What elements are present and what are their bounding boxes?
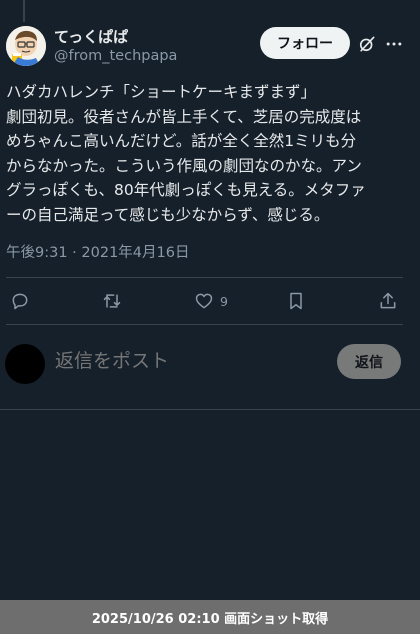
reply-icon [12,293,28,310]
share-icon [380,292,396,309]
divider [6,324,403,325]
heart-icon [195,293,213,309]
divider [6,277,403,278]
avatar-illustration [6,26,46,66]
tweet-header: てっくぱぱ @from_techpapa フォロー [0,22,420,74]
like-count: 9 [220,293,228,309]
author-name[interactable]: てっくぱぱ [54,26,128,47]
user-avatar [5,344,45,384]
tweet-timestamp[interactable]: 午後9:31 · 2021年4月16日 [6,241,189,262]
retweet-icon [103,294,121,308]
tweet-text: ハダカハレンチ「ショートケーキまずまず」 劇団初見。役者さんが皆上手くて、芝居の… [6,83,366,224]
follow-button[interactable]: フォロー [260,27,350,59]
reply-input[interactable] [55,346,325,376]
share-action[interactable] [378,290,398,312]
like-action[interactable]: 9 [194,290,228,312]
retweet-action[interactable] [102,290,122,312]
reply-action[interactable] [10,290,30,312]
grok-icon[interactable] [357,34,377,54]
bookmark-action[interactable] [286,290,306,312]
screenshot-caption: 2025/10/26 02:10 画面ショット取得 [0,600,420,634]
reply-button[interactable]: 返信 [337,344,401,379]
avatar[interactable] [6,26,46,66]
thread-connector-line [23,0,25,22]
author-handle[interactable]: @from_techpapa [54,48,177,64]
divider [0,409,420,410]
bookmark-icon [290,292,302,310]
more-options-icon[interactable] [384,34,404,54]
